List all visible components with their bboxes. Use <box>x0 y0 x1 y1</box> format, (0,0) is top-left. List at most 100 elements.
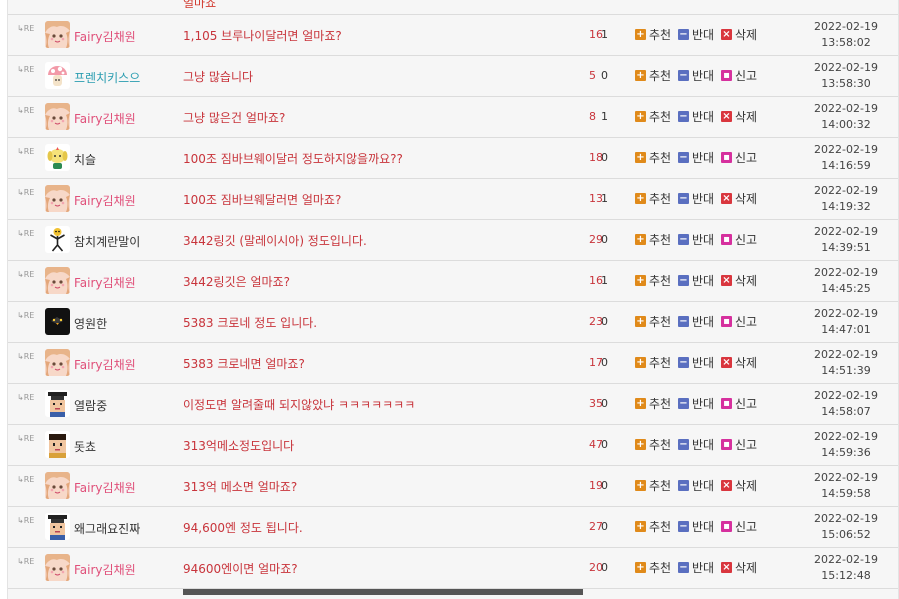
comment-text: 1,105 브루나이달러면 얼마죠? <box>183 29 342 43</box>
oppose-count: 1 <box>601 110 608 123</box>
oppose-button[interactable]: − 반대 <box>678 355 714 370</box>
timestamp: 2022-02-19 15:06:52 <box>806 511 886 543</box>
recommend-button[interactable]: + 추천 <box>635 519 671 534</box>
report-button[interactable]: ▪ 신고 <box>721 396 757 411</box>
avatar-dog[interactable] <box>45 144 70 171</box>
recommend-button[interactable]: + 추천 <box>635 355 671 370</box>
time-text: 15:12:48 <box>821 569 871 582</box>
avatar-fairy[interactable] <box>45 21 70 48</box>
oppose-button[interactable]: − 반대 <box>678 519 714 534</box>
recommend-button[interactable]: + 추천 <box>635 478 671 493</box>
recommend-button[interactable]: + 추천 <box>635 27 671 42</box>
time-text: 14:19:32 <box>821 200 871 213</box>
delete-button[interactable]: × 삭제 <box>721 560 757 575</box>
oppose-button[interactable]: − 반대 <box>678 27 714 42</box>
oppose-count: 0 <box>601 69 608 82</box>
recommend-button[interactable]: + 추천 <box>635 560 671 575</box>
oppose-button[interactable]: − 반대 <box>678 150 714 165</box>
nickname[interactable]: 돗쵸 <box>74 438 96 455</box>
recommend-button[interactable]: + 추천 <box>635 191 671 206</box>
recommend-button[interactable]: + 추천 <box>635 232 671 247</box>
delete-button[interactable]: × 삭제 <box>721 191 757 206</box>
nickname[interactable]: Fairy김채원 <box>74 274 136 291</box>
nickname[interactable]: 열람중 <box>74 397 107 414</box>
oppose-label: 반대 <box>692 274 715 288</box>
report-button[interactable]: ▪ 신고 <box>721 519 757 534</box>
avatar-grad[interactable] <box>45 513 70 540</box>
avatar-fairy[interactable] <box>45 185 70 212</box>
timestamp: 2022-02-19 15:12:48 <box>806 552 886 584</box>
comment-text: 그냥 많은건 얼마죠? <box>183 111 286 125</box>
oppose-button[interactable]: − 반대 <box>678 560 714 575</box>
report-button[interactable]: ▪ 신고 <box>721 232 757 247</box>
delete-button[interactable]: × 삭제 <box>721 27 757 42</box>
oppose-button[interactable]: − 반대 <box>678 478 714 493</box>
reply-icon: ↳RE <box>17 24 35 33</box>
delete-button[interactable]: × 삭제 <box>721 478 757 493</box>
delete-button[interactable]: × 삭제 <box>721 273 757 288</box>
date-text: 2022-02-19 <box>814 20 878 33</box>
avatar-fairy[interactable] <box>45 472 70 499</box>
avatar-fairy[interactable] <box>45 554 70 581</box>
date-text: 2022-02-19 <box>814 471 878 484</box>
recommend-button[interactable]: + 추천 <box>635 396 671 411</box>
oppose-button[interactable]: − 반대 <box>678 314 714 329</box>
report-icon: ▪ <box>721 316 732 327</box>
oppose-label: 반대 <box>692 233 715 247</box>
report-button[interactable]: ▪ 신고 <box>721 314 757 329</box>
minus-icon: − <box>678 357 689 368</box>
avatar-fairy[interactable] <box>45 103 70 130</box>
nickname[interactable]: 참치계란말이 <box>74 233 140 250</box>
recommend-label: 추천 <box>649 397 672 411</box>
plus-icon: + <box>635 357 646 368</box>
nickname[interactable]: Fairy김채원 <box>74 479 136 496</box>
recommend-button[interactable]: + 추천 <box>635 273 671 288</box>
comment-text: 5383 크로네면 얼마죠? <box>183 357 305 371</box>
avatar-fairy[interactable] <box>45 267 70 294</box>
nickname[interactable]: 치슬 <box>74 151 96 168</box>
cut-off-text: 얼마죠 <box>183 0 217 10</box>
recommend-button[interactable]: + 추천 <box>635 437 671 452</box>
nickname[interactable]: Fairy김채원 <box>74 192 136 209</box>
report-button[interactable]: ▪ 신고 <box>721 68 757 83</box>
recommend-button[interactable]: + 추천 <box>635 109 671 124</box>
oppose-button[interactable]: − 반대 <box>678 191 714 206</box>
time-text: 14:45:25 <box>821 282 871 295</box>
delete-button[interactable]: × 삭제 <box>721 355 757 370</box>
comment-text: 이정도면 알려줄때 되지않았냐 ㅋㅋㅋㅋㅋㅋㅋ <box>183 398 416 412</box>
nickname[interactable]: 프렌치키스으 <box>74 69 140 86</box>
plus-icon: + <box>635 193 646 204</box>
avatar-grad[interactable] <box>45 390 70 417</box>
minus-icon: − <box>678 111 689 122</box>
avatar-mushroom[interactable] <box>45 62 70 89</box>
time-text: 14:51:39 <box>821 364 871 377</box>
oppose-button[interactable]: − 반대 <box>678 437 714 452</box>
nickname[interactable]: Fairy김채원 <box>74 356 136 373</box>
delete-button[interactable]: × 삭제 <box>721 109 757 124</box>
delete-label: 삭제 <box>735 274 758 288</box>
nickname[interactable]: Fairy김채원 <box>74 28 136 45</box>
oppose-button[interactable]: − 반대 <box>678 109 714 124</box>
nickname[interactable]: 영원한 <box>74 315 107 332</box>
plus-icon: + <box>635 29 646 40</box>
time-text: 14:16:59 <box>821 159 871 172</box>
recommend-button[interactable]: + 추천 <box>635 68 671 83</box>
nickname[interactable]: Fairy김채원 <box>74 110 136 127</box>
report-button[interactable]: ▪ 신고 <box>721 437 757 452</box>
nickname[interactable]: 왜그래요진짜 <box>74 520 140 537</box>
avatar-boy[interactable] <box>45 431 70 458</box>
delete-label: 삭제 <box>735 561 758 575</box>
reply-icon: ↳RE <box>17 270 35 279</box>
oppose-button[interactable]: − 반대 <box>678 232 714 247</box>
avatar-bird[interactable] <box>45 308 70 335</box>
recommend-button[interactable]: + 추천 <box>635 150 671 165</box>
timestamp: 2022-02-19 13:58:02 <box>806 19 886 51</box>
avatar-fairy[interactable] <box>45 349 70 376</box>
recommend-button[interactable]: + 추천 <box>635 314 671 329</box>
oppose-button[interactable]: − 반대 <box>678 68 714 83</box>
oppose-button[interactable]: − 반대 <box>678 273 714 288</box>
avatar-stick[interactable] <box>45 226 70 253</box>
oppose-button[interactable]: − 반대 <box>678 396 714 411</box>
nickname[interactable]: Fairy김채원 <box>74 561 136 578</box>
report-button[interactable]: ▪ 신고 <box>721 150 757 165</box>
